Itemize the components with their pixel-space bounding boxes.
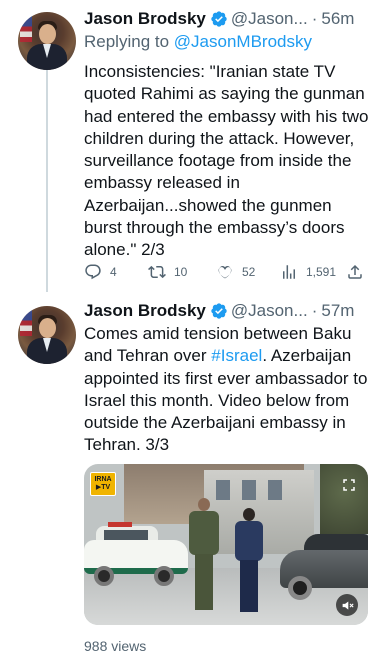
- like-button[interactable]: 52: [216, 263, 255, 281]
- tweet-text: Comes amid tension between Baku and Tehr…: [84, 323, 369, 457]
- mute-button[interactable]: [336, 594, 358, 616]
- police-car-image: [84, 522, 192, 586]
- author-name[interactable]: Jason Brodsky: [84, 301, 206, 321]
- tweet[interactable]: Jason Brodsky @Jason... · 56m Replying t…: [0, 0, 378, 296]
- like-icon: [218, 266, 232, 279]
- views-icon: [283, 265, 295, 279]
- tweet-timestamp[interactable]: 56m: [321, 9, 354, 29]
- like-count: 52: [242, 265, 256, 279]
- tweet-header: Jason Brodsky @Jason... · 56m: [84, 8, 354, 30]
- retweet-button[interactable]: 10: [148, 263, 187, 281]
- tweet-header: Jason Brodsky @Jason... · 57m: [84, 300, 354, 322]
- tweet-timestamp[interactable]: 57m: [321, 301, 354, 321]
- mute-icon: [342, 600, 354, 610]
- replying-to-handle[interactable]: @JasonMBrodsky: [174, 32, 312, 51]
- author-handle[interactable]: @Jason...: [231, 301, 308, 321]
- retweet-icon: [148, 265, 166, 279]
- author-avatar[interactable]: [18, 12, 76, 70]
- tweet[interactable]: Jason Brodsky @Jason... · 57m Comes amid…: [0, 296, 378, 669]
- parked-car-image: [280, 530, 368, 600]
- share-button[interactable]: [346, 263, 364, 281]
- expand-icon[interactable]: [342, 478, 356, 492]
- separator-dot: ·: [311, 9, 318, 28]
- author-avatar[interactable]: [18, 306, 76, 364]
- share-icon: [348, 264, 362, 279]
- irna-watermark-logo: IRNA ▶TV: [90, 472, 116, 496]
- hashtag-link[interactable]: #Israel: [211, 346, 262, 365]
- views-count: 1,591: [306, 265, 337, 279]
- views-button[interactable]: 1,591: [280, 263, 336, 281]
- separator-dot: ·: [311, 301, 318, 320]
- officer-figure: [187, 498, 221, 616]
- reply-button[interactable]: 4: [84, 263, 117, 281]
- verified-badge-icon: [210, 10, 228, 28]
- verified-badge-icon: [210, 302, 228, 320]
- reply-count: 4: [110, 265, 117, 279]
- replying-to-line: Replying to @JasonMBrodsky: [84, 32, 312, 52]
- civilian-figure: [234, 508, 264, 618]
- tweet-text: Inconsistencies: "Iranian state TV quote…: [84, 62, 369, 260]
- author-name[interactable]: Jason Brodsky: [84, 9, 206, 29]
- video-views-label: 988 views: [84, 638, 147, 654]
- reply-icon: [85, 264, 101, 280]
- tweet-actions: 4 10 52 1,591: [84, 262, 364, 282]
- embedded-video[interactable]: IRNA ▶TV: [84, 464, 368, 625]
- retweet-count: 10: [174, 265, 188, 279]
- author-handle[interactable]: @Jason...: [231, 9, 308, 29]
- replying-to-prefix: Replying to: [84, 32, 170, 51]
